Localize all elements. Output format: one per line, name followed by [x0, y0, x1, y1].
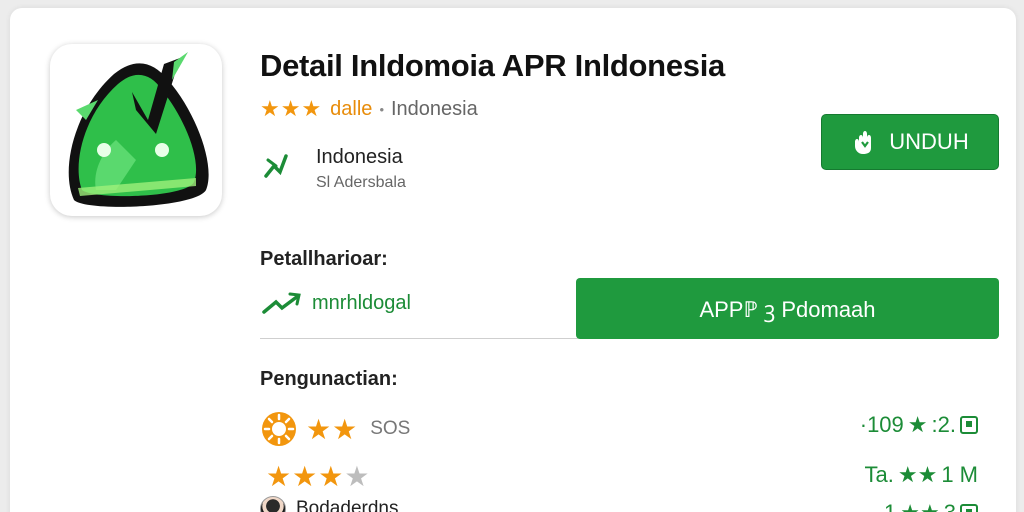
value-prefix: ·109	[859, 412, 904, 437]
value-prefix: 1	[884, 500, 896, 512]
details-section-title: Petallharioar:	[260, 248, 388, 270]
developer-name: Indonesia	[316, 146, 403, 168]
value-suffix: 3	[944, 500, 956, 512]
reviews-section-title: Pengunactian:	[260, 368, 398, 390]
square-icon	[960, 504, 978, 512]
page-title: Detail Inldomoia APR Inldonesia	[260, 48, 725, 83]
app-action-button-label: APPℙ ꝫ Pdomaah	[699, 296, 876, 322]
download-button[interactable]: UNDUH	[821, 114, 999, 170]
developer-info[interactable]: Indonesia Sl Adersbala	[262, 146, 406, 192]
review-empty-stars: ★	[344, 461, 371, 492]
green-trend-arrow-icon	[262, 292, 301, 314]
reviewer-name: Bodaderdns	[296, 498, 399, 512]
rating-summary: ★★★ dalle • Indonesia	[260, 96, 478, 122]
app-action-button[interactable]: APPℙ ꝫ Pdomaah	[576, 278, 999, 339]
sun-icon	[262, 412, 296, 446]
review-row[interactable]: Bodaderdns	[260, 496, 398, 512]
review-value: Ta. ★★ 1 M	[865, 462, 979, 488]
value-suffix: 1 M	[941, 462, 978, 487]
region-label: Indonesia	[391, 97, 478, 120]
value-suffix: :2.	[931, 412, 956, 437]
review-value: ·109 ★ :2.	[860, 412, 978, 438]
review-row[interactable]: ★★ SOS	[260, 410, 410, 448]
value-stars: ★	[907, 412, 928, 437]
review-stars: ★★★	[266, 461, 345, 492]
review-value: 1 ★★ 3	[884, 500, 978, 512]
divider	[260, 338, 578, 339]
rating-label: dalle	[330, 97, 373, 120]
install-info[interactable]: mnrhldogal	[262, 290, 411, 316]
download-button-label: UNDUH	[889, 129, 969, 154]
square-icon	[960, 416, 978, 434]
green-leaf-mascot-icon	[68, 52, 209, 207]
value-prefix: Ta.	[864, 462, 894, 487]
value-stars: ★★	[900, 500, 939, 512]
avatar	[260, 496, 286, 512]
install-label: mnrhldogal	[312, 291, 411, 314]
green-arrow-icon	[264, 154, 288, 178]
app-detail-card: Detail Inldomoia APR Inldonesia ★★★ dall…	[10, 8, 1016, 512]
hand-download-icon	[855, 131, 872, 154]
rating-stars: ★★★	[260, 96, 323, 121]
review-count: SOS	[370, 418, 411, 439]
developer-subtitle: Sl Adersbala	[316, 174, 406, 191]
value-stars: ★★	[897, 462, 938, 487]
review-stars: ★★	[306, 413, 359, 445]
separator-dot: •	[379, 101, 384, 117]
app-icon[interactable]	[50, 44, 222, 216]
review-row[interactable]: ★★★ ★	[266, 460, 370, 493]
